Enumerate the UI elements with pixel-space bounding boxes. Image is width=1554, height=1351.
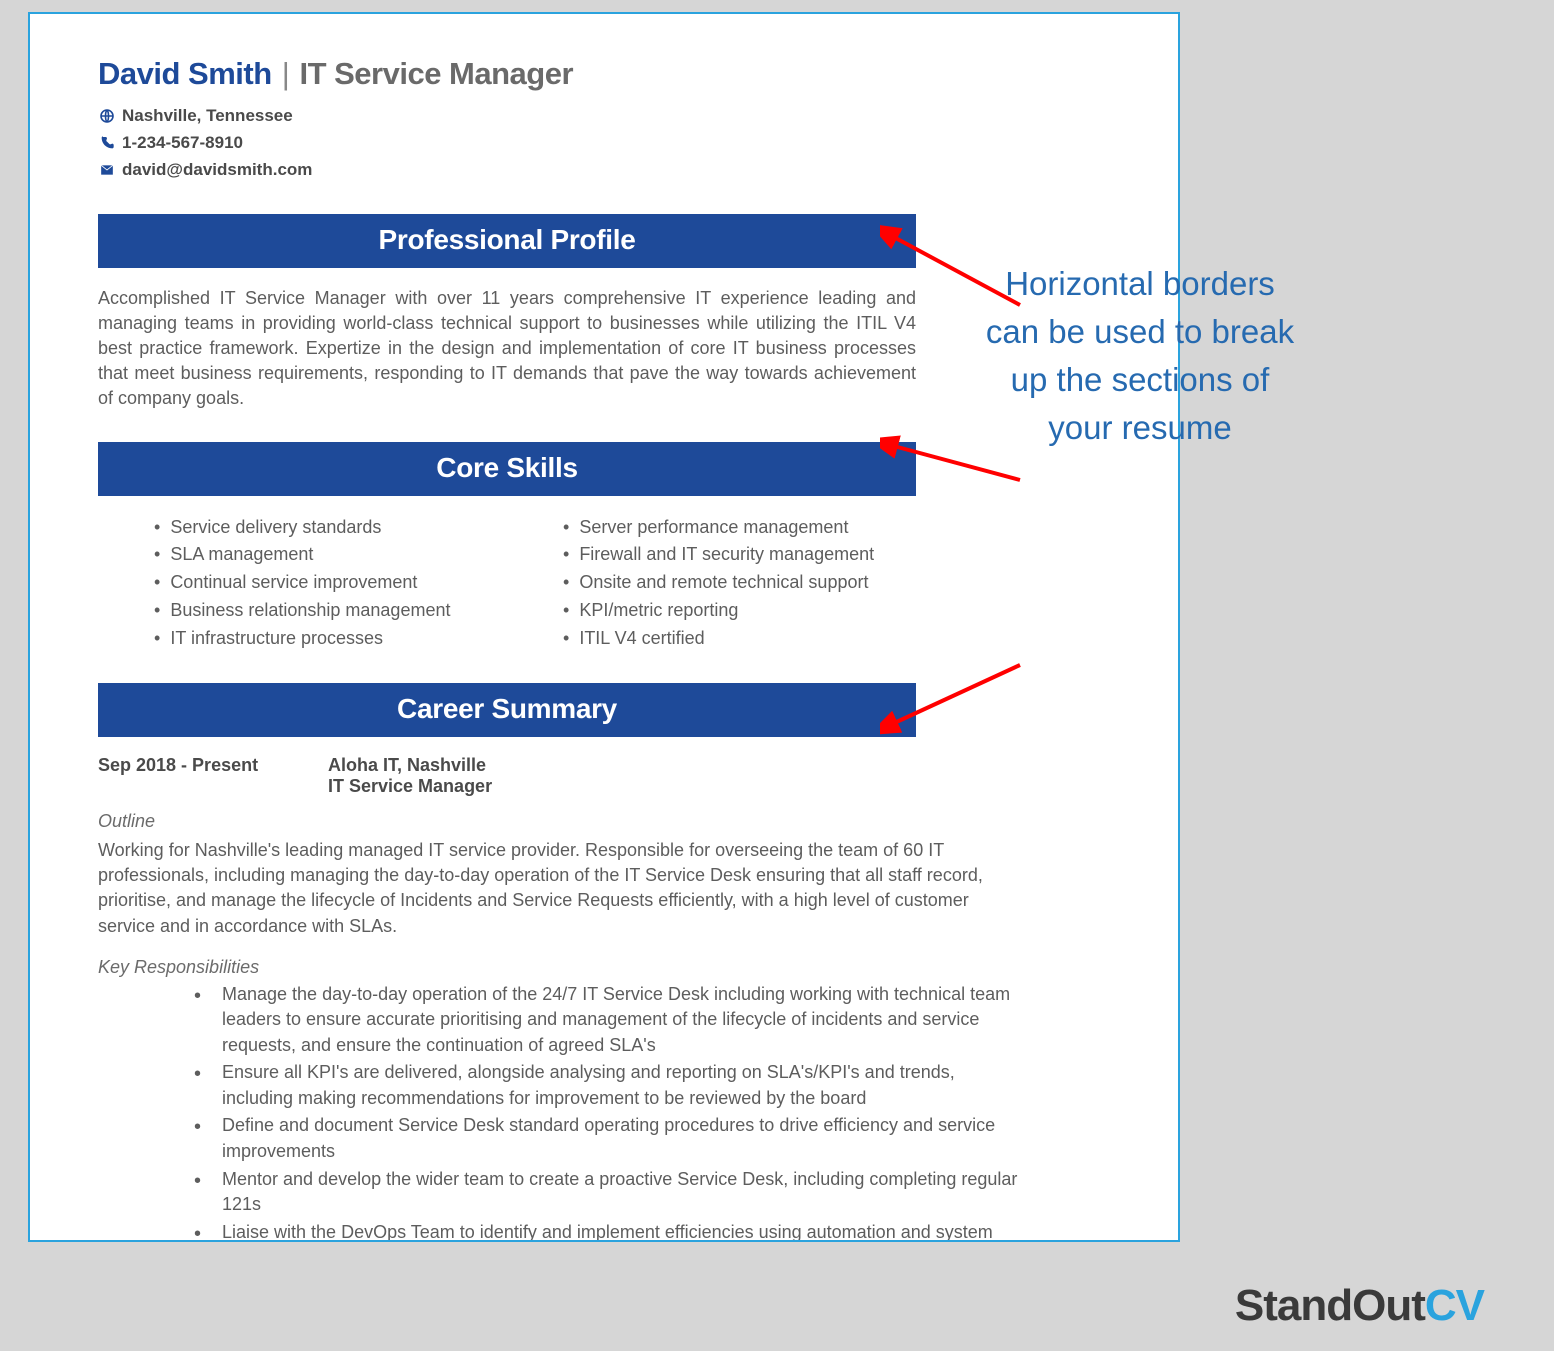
contact-location: Nashville, Tennessee <box>122 102 293 129</box>
skill-item: IT infrastructure processes <box>154 625 507 653</box>
section-profile: Professional Profile Accomplished IT Ser… <box>98 214 1118 412</box>
brand-logo: StandOutCV <box>1235 1281 1484 1331</box>
contact-email-row: david@davidsmith.com <box>98 156 1118 183</box>
skills-col-left: Service delivery standards SLA managemen… <box>98 514 507 653</box>
email-icon <box>98 161 116 179</box>
brand-text-1: StandOut <box>1235 1281 1425 1330</box>
contact-phone: 1-234-567-8910 <box>122 129 243 156</box>
contact-block: Nashville, Tennessee 1-234-567-8910 davi… <box>98 102 1118 184</box>
key-responsibilities-list: Manage the day-to-day operation of the 2… <box>98 982 1028 1242</box>
key-responsibilities-label: Key Responsibilities <box>98 957 1118 978</box>
career-dates: Sep 2018 - Present <box>98 755 328 797</box>
skill-item: Service delivery standards <box>154 514 507 542</box>
section-career: Career Summary Sep 2018 - Present Aloha … <box>98 683 1118 1242</box>
kr-item: Mentor and develop the wider team to cre… <box>194 1167 1028 1218</box>
kr-item: Liaise with the DevOps Team to identify … <box>194 1220 1028 1242</box>
kr-item: Manage the day-to-day operation of the 2… <box>194 982 1028 1059</box>
career-company: Aloha IT, Nashville <box>328 755 916 776</box>
brand-text-2: CV <box>1425 1281 1484 1330</box>
section-skills: Core Skills Service delivery standards S… <box>98 442 1118 653</box>
kr-item: Define and document Service Desk standar… <box>194 1113 1028 1164</box>
annotation-text: Horizontal borders can be used to break … <box>985 260 1295 451</box>
skills-col-right: Server performance management Firewall a… <box>507 514 916 653</box>
outline-text: Working for Nashville's leading managed … <box>98 838 998 939</box>
profile-text: Accomplished IT Service Manager with ove… <box>98 286 916 412</box>
skills-columns: Service delivery standards SLA managemen… <box>98 514 916 653</box>
phone-icon <box>98 134 116 152</box>
outline-label: Outline <box>98 811 1118 832</box>
section-bar-skills: Core Skills <box>98 442 916 496</box>
skill-item: Business relationship management <box>154 597 507 625</box>
skill-item: SLA management <box>154 541 507 569</box>
header-line: David Smith | IT Service Manager <box>98 56 1118 92</box>
separator: | <box>282 56 290 91</box>
skill-item: ITIL V4 certified <box>563 625 916 653</box>
person-name: David Smith <box>98 56 272 91</box>
career-row: Sep 2018 - Present Aloha IT, Nashville I… <box>98 755 916 797</box>
career-role: IT Service Manager <box>328 776 916 797</box>
skill-item: Onsite and remote technical support <box>563 569 916 597</box>
resume-page: David Smith | IT Service Manager Nashvil… <box>28 12 1180 1242</box>
section-bar-career: Career Summary <box>98 683 916 737</box>
skill-item: Server performance management <box>563 514 916 542</box>
skill-item: Continual service improvement <box>154 569 507 597</box>
contact-email: david@davidsmith.com <box>122 156 312 183</box>
skill-item: KPI/metric reporting <box>563 597 916 625</box>
kr-item: Ensure all KPI's are delivered, alongsid… <box>194 1060 1028 1111</box>
contact-location-row: Nashville, Tennessee <box>98 102 1118 129</box>
skill-item: Firewall and IT security management <box>563 541 916 569</box>
section-bar-profile: Professional Profile <box>98 214 916 268</box>
person-title: IT Service Manager <box>299 56 573 91</box>
globe-icon <box>98 107 116 125</box>
contact-phone-row: 1-234-567-8910 <box>98 129 1118 156</box>
